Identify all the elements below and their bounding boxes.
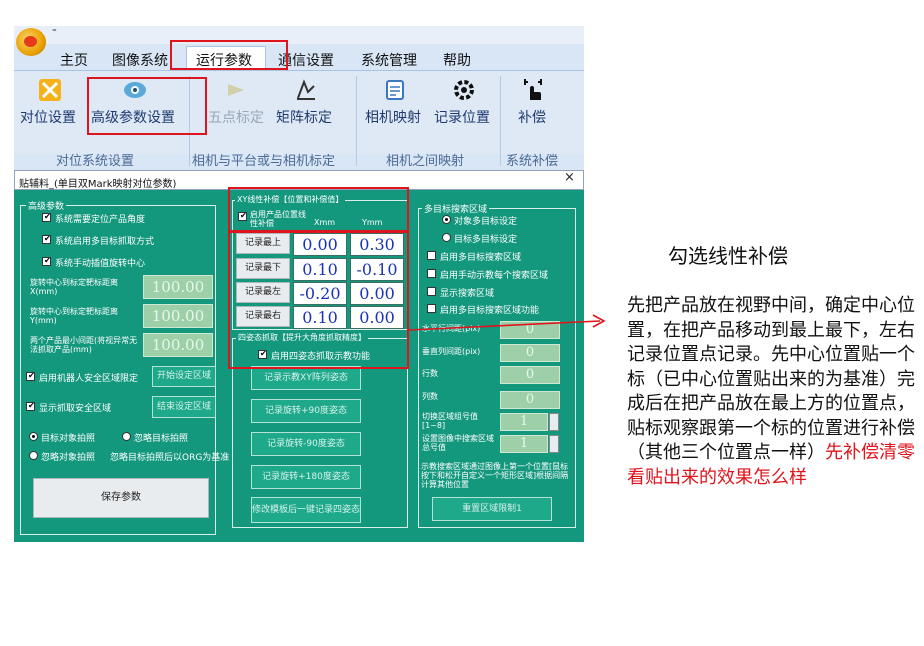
show-search-label: 显示搜索区域 xyxy=(440,289,495,299)
highlight-linear-comp xyxy=(228,187,409,232)
set-image-label: 设置图像中搜索区域总号值 xyxy=(422,434,494,452)
annotation-title: 勾选线性补偿 xyxy=(668,244,788,268)
group-camera-platform-calib: 相机与平台或与相机标定 xyxy=(192,154,336,169)
target-photo-label: 目标对象拍照 xyxy=(41,434,96,444)
highlight-advanced-params xyxy=(87,77,207,135)
reset-area-button[interactable]: 重置区域限制1 xyxy=(432,497,552,521)
ignore-object-label: 忽略对象拍照 xyxy=(41,453,96,463)
target-photo-radio[interactable] xyxy=(29,432,38,441)
ignore-note: 忽略目标拍照后以ORG为基准 xyxy=(110,453,230,463)
object-multi-radio[interactable] xyxy=(442,215,451,224)
rot-x-field[interactable]: 100.00 xyxy=(143,275,213,299)
manual-center-checkbox[interactable] xyxy=(42,256,51,266)
robot-safe-checkbox[interactable] xyxy=(26,371,35,381)
camera-mapping-button[interactable]: 相机映射 xyxy=(365,107,421,127)
align-settings-icon xyxy=(39,79,61,101)
rot-y-field[interactable]: 100.00 xyxy=(143,304,213,328)
gear-icon xyxy=(454,80,474,100)
compensation-hand-icon xyxy=(524,79,542,100)
menu-help[interactable]: 帮助 xyxy=(443,50,471,70)
ribbon-titlebar xyxy=(14,26,584,44)
set-image-field[interactable]: 1 xyxy=(500,435,548,453)
app-logo-icon[interactable] xyxy=(16,28,46,56)
menu-system-mgmt[interactable]: 系统管理 xyxy=(361,50,417,70)
five-point-calib-button[interactable]: 五点标定 xyxy=(208,107,264,127)
set-image-spinner[interactable] xyxy=(549,435,559,453)
manual-teach-checkbox[interactable] xyxy=(427,269,436,278)
annotation-arrow xyxy=(408,314,606,331)
target-multi-label: 目标多目标设定 xyxy=(454,235,518,245)
rotate-180-button[interactable]: 记录旋转+180度姿态 xyxy=(251,465,361,489)
rot-x-label: 旋转中心到标定靶标距离X(mm) xyxy=(30,278,118,296)
matrix-calib-button[interactable]: 矩阵标定 xyxy=(276,107,332,127)
multi-search-label: 启用多目标搜索区域 xyxy=(440,253,522,263)
rows-field[interactable]: 0 xyxy=(500,366,560,384)
multi-target-label: 系统启用多目标抓取方式 xyxy=(55,237,155,247)
group-system-compensation: 系统补偿 xyxy=(506,154,559,169)
switch-group-label: 切换区域组号值[1~8] xyxy=(422,412,478,430)
manual-center-label: 系统手动插值旋转中心 xyxy=(55,259,146,269)
search-hint: 示教搜索区域通过图像上第一个位置[鼠标按下和松开自定义一个矩形区域]根据间隔计算… xyxy=(421,462,569,489)
close-icon[interactable]: × xyxy=(564,170,575,185)
ignore-target-radio[interactable] xyxy=(122,432,131,441)
manual-teach-label: 启用手动示教每个搜索区域 xyxy=(440,271,549,281)
save-params-button[interactable]: 保存参数 xyxy=(33,478,209,518)
show-safe-area-checkbox[interactable] xyxy=(26,401,35,411)
rotate-minus90-button[interactable]: 记录旋转-90度姿态 xyxy=(251,432,361,456)
camera-mapping-icon xyxy=(386,80,404,100)
ribbon-separator xyxy=(356,76,357,166)
align-settings-button[interactable]: 对位设置 xyxy=(20,107,76,127)
locate-angle-checkbox[interactable] xyxy=(42,212,51,222)
menu-image-system[interactable]: 图像系统 xyxy=(112,50,168,70)
teach-xy-button[interactable]: 记录示教XY阵列姿态 xyxy=(251,366,361,390)
annotation-body: 先把产品放在视野中间，确定中心位置，在把产品移动到最上最下，左右记录位置点记录。… xyxy=(627,295,915,463)
rot-y-label: 旋转中心到标定靶标距离Y(mm) xyxy=(30,307,118,325)
rotate-plus90-button[interactable]: 记录旋转+90度姿态 xyxy=(251,399,361,423)
min-gap-field[interactable]: 100.00 xyxy=(143,333,213,357)
show-safe-area-label: 显示抓取安全区域 xyxy=(39,404,112,414)
end-area-button[interactable]: 结束设定区域 xyxy=(152,396,216,418)
target-multi-radio[interactable] xyxy=(442,233,451,242)
advanced-params-label: 高级参数 xyxy=(26,199,67,212)
v-gap-label: 垂直列间距(pix) xyxy=(422,347,481,356)
annotation-text: 先把产品放在视野中间，确定中心位置，在把产品移动到最上最下，左右记录位置点记录。… xyxy=(627,294,917,490)
highlight-comp-values xyxy=(228,231,409,369)
menu-home[interactable]: 主页 xyxy=(60,50,88,70)
cols-field[interactable]: 0 xyxy=(500,391,560,409)
show-search-checkbox[interactable] xyxy=(427,287,436,296)
record-position-button[interactable]: 记录位置 xyxy=(434,107,490,127)
compensation-button[interactable]: 补偿 xyxy=(518,107,546,127)
robot-safe-label: 启用机器人安全区域限定 xyxy=(39,374,139,384)
min-gap-label: 两个产品最小间距(将视异常无法抓取产品(mm) xyxy=(30,336,138,354)
ignore-object-radio[interactable] xyxy=(29,451,38,460)
cols-label: 列数 xyxy=(422,392,438,401)
object-multi-label: 对象多目标设定 xyxy=(454,217,518,227)
rows-label: 行数 xyxy=(422,369,438,378)
start-area-button[interactable]: 开始设定区域 xyxy=(152,366,216,387)
one-key-record-button[interactable]: 修改模板后一键记录四姿态 xyxy=(251,497,361,523)
multi-target-checkbox[interactable] xyxy=(42,234,51,244)
group-align-system: 对位系统设置 xyxy=(56,154,135,169)
switch-group-spinner[interactable] xyxy=(549,413,559,431)
ignore-target-label: 忽略目标拍照 xyxy=(134,434,189,444)
quick-access-icon[interactable]: ⁼ xyxy=(52,28,57,38)
locate-angle-label: 系统需要定位产品角度 xyxy=(55,215,146,225)
ribbon-separator xyxy=(500,76,501,166)
switch-group-field[interactable]: 1 xyxy=(500,413,548,431)
v-gap-field[interactable]: 0 xyxy=(500,344,560,362)
group-camera-mapping: 相机之间映射 xyxy=(386,154,465,169)
matrix-calib-icon xyxy=(297,79,315,100)
highlight-run-params xyxy=(170,40,288,70)
five-point-calib-icon xyxy=(228,84,244,96)
multi-search-checkbox[interactable] xyxy=(427,251,436,260)
